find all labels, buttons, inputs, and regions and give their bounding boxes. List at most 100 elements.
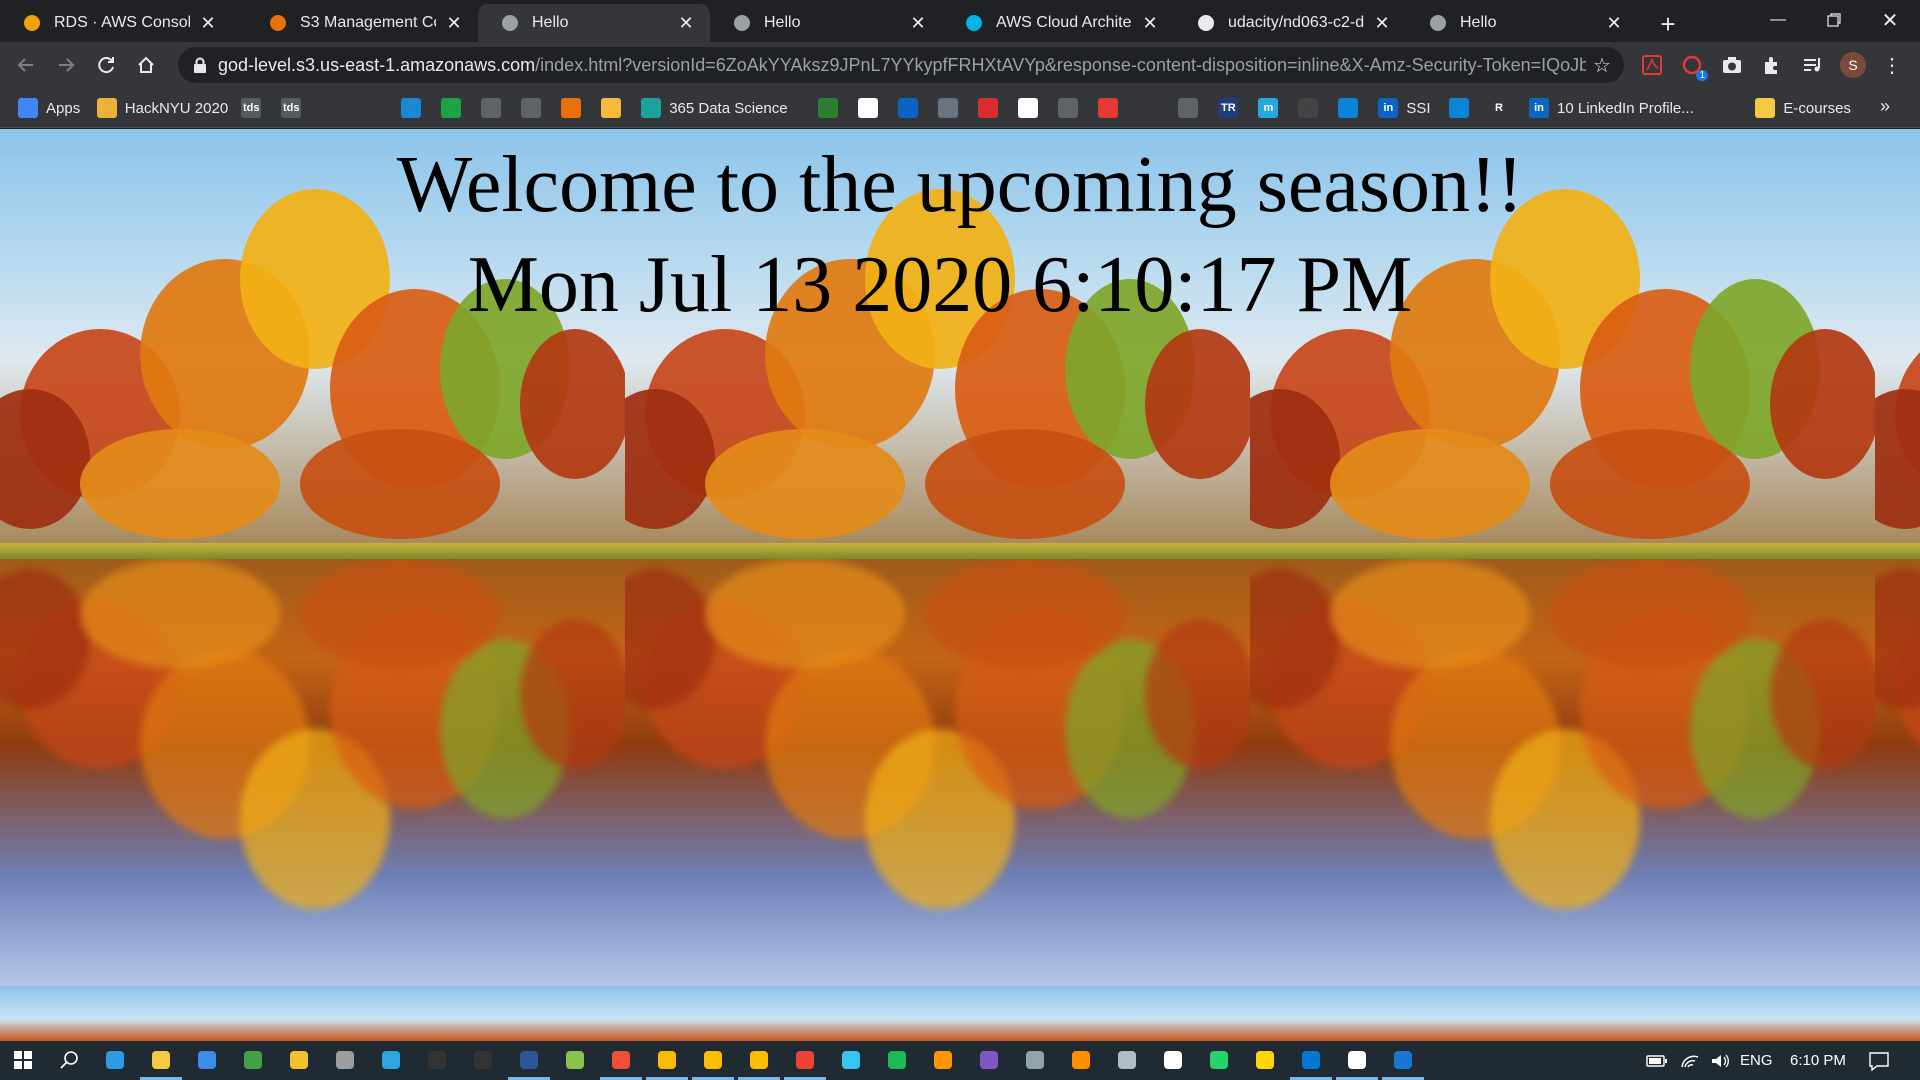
battery-icon[interactable]: [1646, 1041, 1668, 1080]
cube-icon[interactable]: [1114, 1047, 1140, 1073]
bookmark-2[interactable]: HackNYU 2020: [96, 96, 228, 120]
sublime-icon[interactable]: [930, 1047, 956, 1073]
bookmark-30[interactable]: R: [1489, 96, 1509, 120]
chrome-icon[interactable]: [792, 1047, 818, 1073]
extensions-puzzle-icon[interactable]: [1760, 53, 1784, 77]
tab-4[interactable]: Hello ✕: [710, 4, 942, 42]
vpn-icon[interactable]: [240, 1047, 266, 1073]
forward-button[interactable]: [50, 49, 82, 81]
mail-icon[interactable]: [194, 1047, 220, 1073]
bookmark-10[interactable]: [521, 96, 542, 120]
bookmark-23[interactable]: [1178, 96, 1199, 120]
bookmark-6[interactable]: [361, 96, 382, 120]
tab-close-icon[interactable]: ✕: [908, 13, 928, 33]
tab-close-icon[interactable]: ✕: [676, 13, 696, 33]
tab-close-icon[interactable]: ✕: [444, 13, 464, 33]
bookmark-19[interactable]: [1018, 96, 1039, 120]
bookmark-14[interactable]: [818, 96, 839, 120]
home-button[interactable]: [130, 49, 162, 81]
tab-7[interactable]: Hello ✕: [1406, 4, 1638, 42]
circle-app-icon[interactable]: [976, 1047, 1002, 1073]
tab-6[interactable]: udacity/nd063-c2-desi ✕: [1174, 4, 1406, 42]
bookmark-9[interactable]: [481, 96, 502, 120]
bookmark-22[interactable]: [1138, 96, 1159, 120]
bookmark-24[interactable]: TR: [1218, 96, 1239, 120]
feather-icon[interactable]: [1022, 1047, 1048, 1073]
sticky-icon[interactable]: [286, 1047, 312, 1073]
media-queue-icon[interactable]: [1800, 53, 1824, 77]
edge-icon[interactable]: [102, 1047, 128, 1073]
slack-icon[interactable]: [838, 1047, 864, 1073]
bookmark-29[interactable]: [1449, 96, 1469, 120]
snip-icon[interactable]: [1344, 1047, 1370, 1073]
restore-button[interactable]: [1806, 0, 1862, 40]
minimize-button[interactable]: —: [1750, 0, 1806, 40]
bookmark-7[interactable]: [401, 96, 422, 120]
notification-icon[interactable]: [1868, 1041, 1890, 1080]
start-icon[interactable]: [10, 1047, 36, 1073]
tab-2[interactable]: S3 Management Conso ✕: [246, 4, 478, 42]
git-icon[interactable]: [608, 1047, 634, 1073]
pdf-extension-icon[interactable]: [1640, 53, 1664, 77]
bookmark-3[interactable]: tds: [241, 96, 262, 120]
bookmark-15[interactable]: [858, 96, 879, 120]
cmd-icon[interactable]: [424, 1047, 450, 1073]
bookmark-21[interactable]: [1098, 96, 1119, 120]
cmd-icon[interactable]: [470, 1047, 496, 1073]
url-text[interactable]: god-level.s3.us-east-1.amazonaws.com/ind…: [218, 55, 1586, 76]
tab-1[interactable]: RDS · AWS Console ✕: [0, 4, 232, 42]
tab-close-icon[interactable]: ✕: [198, 13, 218, 33]
chrome-icon[interactable]: [654, 1047, 680, 1073]
address-bar[interactable]: god-level.s3.us-east-1.amazonaws.com/ind…: [178, 47, 1624, 83]
bookmark-17[interactable]: [938, 96, 959, 120]
telegram-icon[interactable]: [378, 1047, 404, 1073]
bookmark-25[interactable]: m: [1258, 96, 1279, 120]
word-icon[interactable]: [516, 1047, 542, 1073]
close-window-button[interactable]: ✕: [1862, 0, 1918, 40]
bookmark-1[interactable]: Apps: [18, 96, 80, 120]
bookmark-4[interactable]: tds: [281, 96, 302, 120]
lock-icon[interactable]: [190, 55, 210, 75]
bookmark-16[interactable]: [898, 96, 919, 120]
bookmark-31[interactable]: in 10 LinkedIn Profile...: [1529, 96, 1694, 120]
clock[interactable]: 6:10 PM: [1790, 1041, 1846, 1080]
browser-menu-icon[interactable]: ⋮: [1880, 53, 1904, 77]
back-button[interactable]: [10, 49, 42, 81]
bookmark-32[interactable]: E-courses: [1755, 96, 1851, 120]
bookmark-18[interactable]: [978, 96, 999, 120]
new-tab-button[interactable]: +: [1652, 8, 1684, 40]
vscode-icon[interactable]: [1298, 1047, 1324, 1073]
bookmark-27[interactable]: [1338, 96, 1359, 120]
tab-3[interactable]: Hello ✕: [478, 4, 710, 42]
bookmark-star-icon[interactable]: ☆: [1590, 53, 1614, 77]
window-icon[interactable]: [332, 1047, 358, 1073]
bookmark-26[interactable]: [1298, 96, 1319, 120]
bookmark-12[interactable]: [601, 96, 622, 120]
file-explorer-icon[interactable]: [148, 1047, 174, 1073]
tab-close-icon[interactable]: ✕: [1140, 13, 1160, 33]
photos-icon[interactable]: [1390, 1047, 1416, 1073]
bookmark-20[interactable]: [1058, 96, 1079, 120]
bookmark-28[interactable]: in SSI: [1378, 96, 1431, 120]
chrome-icon[interactable]: [746, 1047, 772, 1073]
tab-close-icon[interactable]: ✕: [1604, 13, 1624, 33]
spotify-icon[interactable]: [884, 1047, 910, 1073]
tab-5[interactable]: AWS Cloud Architect - ✕: [942, 4, 1174, 42]
search-icon[interactable]: [56, 1047, 82, 1073]
camera-extension-icon[interactable]: [1720, 53, 1744, 77]
tab-close-icon[interactable]: ✕: [1372, 13, 1392, 33]
extension-badge-icon[interactable]: 1: [1680, 53, 1708, 81]
bookmark-5[interactable]: [321, 96, 342, 120]
box-app-icon[interactable]: [1068, 1047, 1094, 1073]
bookmark-11[interactable]: [561, 96, 582, 120]
volume-icon[interactable]: [1710, 1041, 1730, 1080]
reload-button[interactable]: [90, 49, 122, 81]
notepad-plus-icon[interactable]: [562, 1047, 588, 1073]
whatsapp-icon[interactable]: [1206, 1047, 1232, 1073]
bookmarks-overflow-icon[interactable]: »: [1880, 96, 1890, 117]
bookmark-13[interactable]: 365 Data Science: [641, 96, 788, 120]
language-indicator[interactable]: ENG: [1740, 1041, 1773, 1080]
bookmark-8[interactable]: [441, 96, 462, 120]
code-icon[interactable]: [1160, 1047, 1186, 1073]
wifi-icon[interactable]: [1680, 1041, 1700, 1080]
